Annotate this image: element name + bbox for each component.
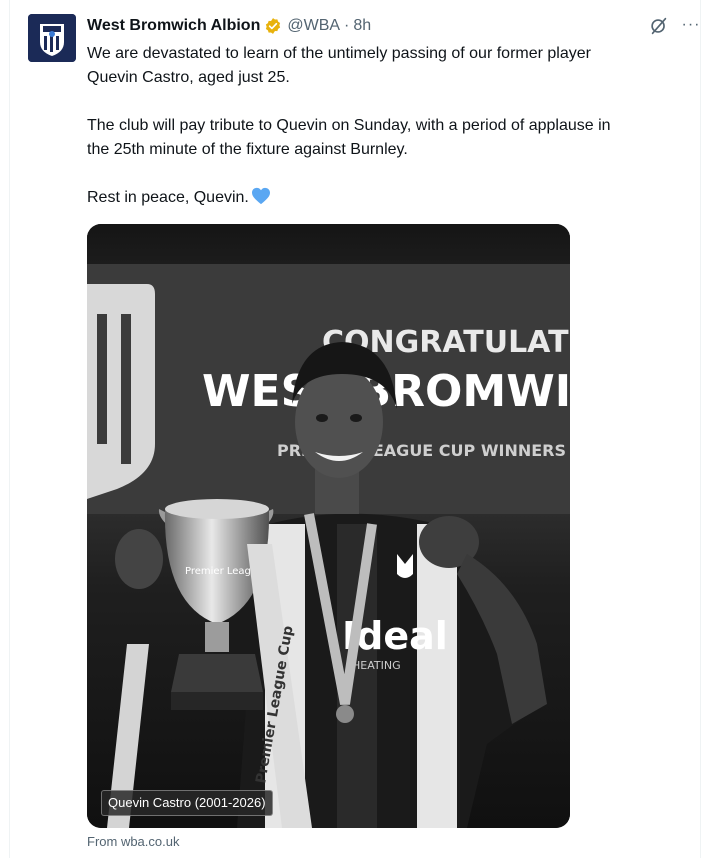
timestamp[interactable]: 8h	[353, 17, 371, 35]
tweet-paragraph-3-text: Rest in peace, Quevin.	[87, 189, 249, 206]
more-options-icon[interactable]: ···	[680, 14, 702, 36]
tweet-paragraph-2: The club will pay tribute to Quevin on S…	[87, 117, 611, 158]
timeline-border-left	[9, 0, 10, 858]
shirt-sponsor-sub: HEATING	[352, 659, 401, 672]
player-photo: CONGRATULATI WEST BROMWICH PREMIER LEAGU…	[87, 224, 570, 828]
tweet-photo[interactable]: CONGRATULATI WEST BROMWICH PREMIER LEAGU…	[87, 224, 570, 828]
timeline-border-right	[700, 0, 701, 858]
separator: ·	[344, 17, 350, 34]
blue-heart-icon	[251, 187, 270, 205]
author-handle[interactable]: @WBA	[287, 17, 340, 35]
tweet-paragraph-1: We are devastated to learn of the untime…	[87, 45, 591, 86]
image-caption: Quevin Castro (2001-2026)	[101, 790, 273, 816]
author-name[interactable]: West Bromwich Albion	[87, 17, 260, 35]
tweet-header: West Bromwich Albion @WBA · 8h	[87, 14, 371, 38]
link-source[interactable]: From wba.co.uk	[87, 834, 179, 849]
club-crest-icon	[28, 14, 76, 62]
tweet-text: We are devastated to learn of the untime…	[87, 42, 687, 210]
tweet-paragraph-3: Rest in peace, Quevin.	[87, 186, 687, 210]
avatar[interactable]	[28, 14, 76, 62]
grok-icon[interactable]	[648, 15, 670, 37]
verified-badge-icon[interactable]	[264, 17, 282, 35]
